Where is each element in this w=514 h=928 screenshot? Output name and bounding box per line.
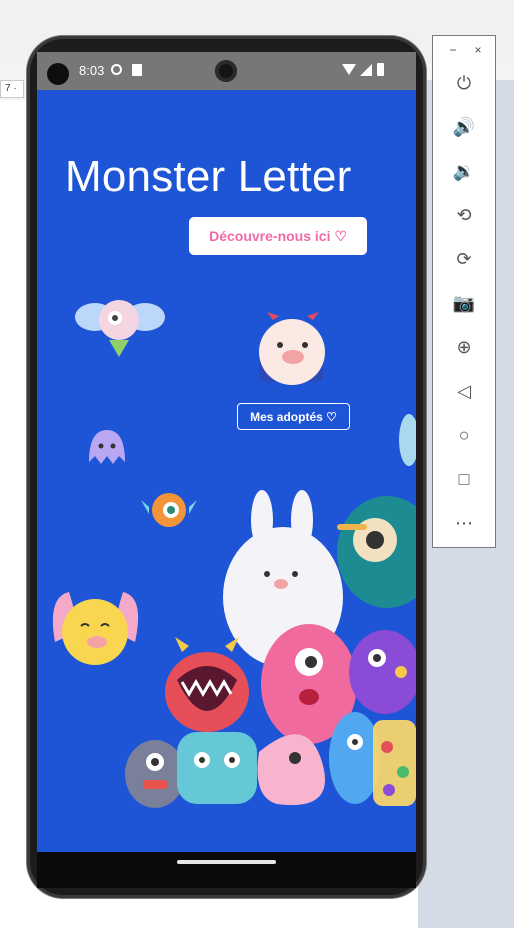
monster-grey[interactable]	[125, 740, 185, 808]
rotate-left-icon: ⟲	[456, 204, 472, 225]
rotate-left-button[interactable]: ⟲	[450, 201, 478, 229]
monster-red[interactable]	[165, 637, 249, 732]
monster-pig[interactable]	[259, 312, 325, 385]
my-adopted-button[interactable]: Mes adoptés ♡	[237, 403, 350, 430]
home-button[interactable]: ○	[450, 421, 478, 449]
zoom-button[interactable]: ⊕	[450, 333, 478, 361]
monster-squiggle[interactable]	[257, 734, 325, 806]
overview-button[interactable]: □	[450, 465, 478, 493]
more-button[interactable]: ⋯	[450, 509, 478, 537]
monster-orange[interactable]	[141, 493, 197, 527]
screenshot-button[interactable]: 📷	[450, 289, 478, 317]
camera-icon: 📷	[452, 292, 476, 313]
rotate-right-icon: ⟳	[456, 248, 472, 269]
volume-up-icon: 🔊	[452, 116, 476, 137]
power-button[interactable]: ⏻	[450, 69, 478, 97]
power-icon: ⏻	[456, 72, 472, 93]
close-button[interactable]: ×	[470, 42, 486, 58]
app-title: Monster Letter	[65, 152, 352, 201]
home-icon: ○	[458, 424, 470, 445]
monster-bug[interactable]	[75, 300, 165, 357]
overview-icon: □	[458, 468, 470, 489]
discover-button[interactable]: Découvre-nous ici ♡	[189, 217, 367, 255]
monster-robot[interactable]	[337, 496, 416, 608]
home-gesture-pill[interactable]	[177, 860, 276, 864]
more-icon: ⋯	[455, 512, 473, 533]
volume-down-icon: 🔉	[452, 160, 476, 181]
host-tab[interactable]: 7 ·	[0, 80, 24, 98]
volume-up-button[interactable]: 🔊	[450, 113, 478, 141]
app-screen: 8:03 Monster Letter Découvre-nous ici ♡ …	[37, 52, 416, 852]
back-icon: ◁	[457, 380, 471, 401]
monster-purple[interactable]	[349, 630, 416, 714]
monster-jar[interactable]	[373, 720, 416, 806]
monster-edge[interactable]	[399, 414, 416, 466]
monster-chick[interactable]	[52, 592, 139, 665]
volume-down-button[interactable]: 🔉	[450, 157, 478, 185]
minimize-button[interactable]: −	[445, 42, 461, 58]
zoom-icon: ⊕	[456, 336, 472, 357]
rotate-right-button[interactable]: ⟳	[450, 245, 478, 273]
monster-ghost[interactable]	[89, 430, 125, 464]
navigation-bar	[37, 852, 416, 888]
monster-teal[interactable]	[177, 732, 257, 804]
back-button[interactable]: ◁	[450, 377, 478, 405]
toolbar-window-controls: − ×	[433, 36, 495, 64]
emulator-toolbar: − × ⏻ 🔊 🔉 ⟲ ⟳ 📷 ⊕ ◁ ○ □ ⋯	[432, 35, 496, 548]
